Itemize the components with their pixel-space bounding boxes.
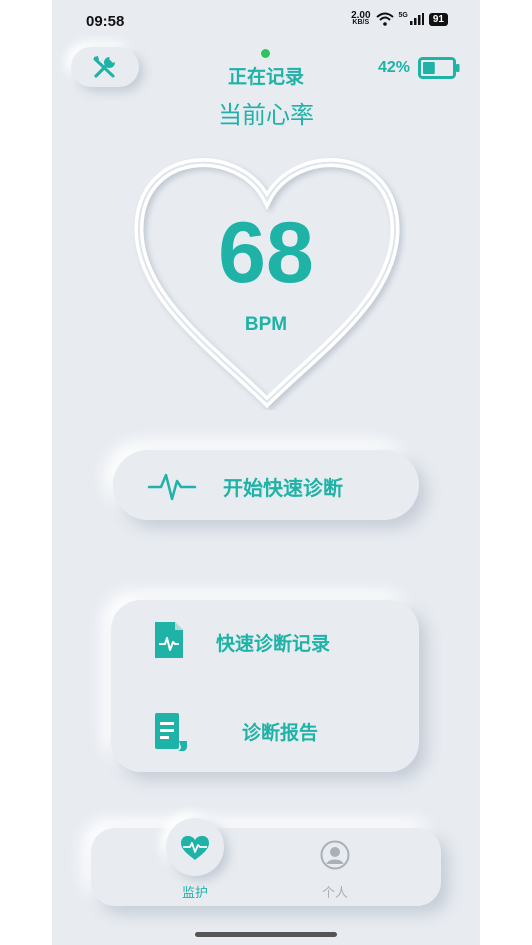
heart-pulse-icon bbox=[181, 835, 209, 860]
bottom-tab-bar bbox=[91, 828, 441, 906]
report-label: 诊断报告 bbox=[242, 722, 319, 744]
menu-item-report[interactable]: 诊断报告 bbox=[111, 696, 419, 766]
network-type: 5G bbox=[398, 12, 408, 19]
home-indicator[interactable] bbox=[195, 932, 337, 937]
tab-monitor[interactable] bbox=[166, 818, 224, 876]
ecg-file-icon bbox=[155, 622, 183, 658]
menu-item-records[interactable]: 快速诊断记录 bbox=[111, 605, 419, 675]
status-bar: 09:58 2.00 KB/S 5G 91 bbox=[52, 0, 480, 44]
status-icons: 2.00 KB/S 5G 91 bbox=[351, 10, 448, 27]
recording-dot bbox=[261, 49, 270, 58]
device-battery: 42% bbox=[378, 57, 460, 79]
status-time: 09:58 bbox=[86, 13, 125, 30]
tab-monitor-label: 监护 bbox=[181, 886, 208, 901]
app-screen: 09:58 2.00 KB/S 5G 91 正在记录 当前心率 42% 68 B… bbox=[52, 0, 480, 945]
diagnosis-menu: 快速诊断记录 诊断报告 bbox=[111, 600, 419, 772]
bpm-unit: BPM bbox=[244, 314, 288, 335]
start-diagnosis-button[interactable]: 开始快速诊断 bbox=[113, 450, 419, 520]
battery-percent: 42% bbox=[377, 59, 410, 76]
bpm-value: 68 bbox=[218, 205, 314, 301]
net-speed-value: 2.00 bbox=[351, 10, 371, 21]
tab-profile[interactable] bbox=[320, 840, 350, 874]
user-circle-icon bbox=[320, 840, 350, 870]
signal-icon bbox=[409, 13, 424, 25]
report-icon bbox=[155, 713, 187, 751]
wifi-icon bbox=[375, 12, 394, 26]
heart-rate-title: 当前心率 bbox=[218, 101, 314, 129]
records-label: 快速诊断记录 bbox=[216, 633, 331, 655]
pulse-icon bbox=[147, 473, 197, 501]
status-battery: 91 bbox=[428, 12, 448, 26]
net-speed: 2.00 KB/S bbox=[351, 10, 371, 27]
tab-profile-label: 个人 bbox=[321, 886, 348, 901]
start-diagnosis-label: 开始快速诊断 bbox=[223, 476, 343, 500]
battery-icon bbox=[418, 57, 460, 79]
net-speed-unit: KB/S bbox=[352, 19, 370, 26]
